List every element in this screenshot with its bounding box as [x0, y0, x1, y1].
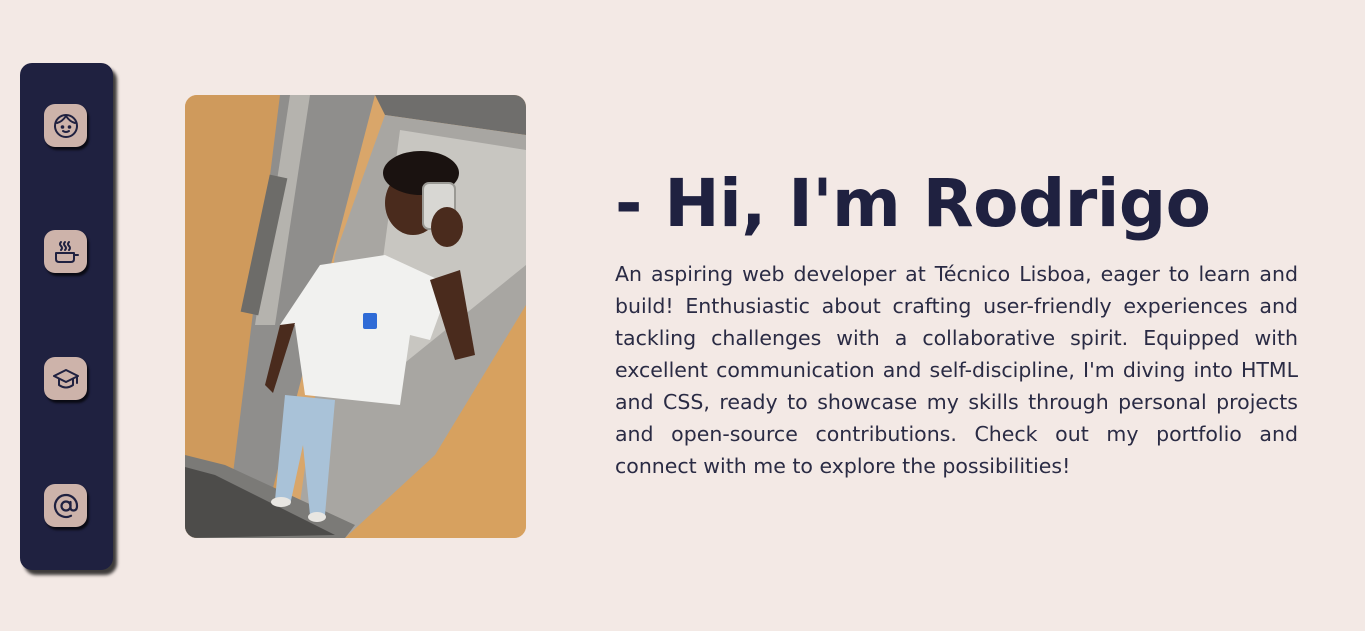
page: - Hi, I'm Rodrigo An aspiring web develo… — [0, 0, 1365, 631]
nav-button-hobbies[interactable] — [44, 230, 87, 273]
graduation-cap-icon — [52, 368, 79, 388]
profile-photo — [185, 95, 526, 538]
hero-title: - Hi, I'm Rodrigo — [615, 165, 1211, 242]
cooking-pot-icon — [54, 240, 79, 263]
nav-button-contact[interactable] — [44, 484, 87, 527]
nav-button-about[interactable] — [44, 104, 87, 147]
sidebar-nav — [20, 63, 113, 570]
face-icon — [53, 113, 78, 138]
at-sign-icon — [53, 493, 78, 518]
hero-bio: An aspiring web developer at Técnico Lis… — [615, 262, 1298, 478]
nav-button-education[interactable] — [44, 357, 87, 400]
